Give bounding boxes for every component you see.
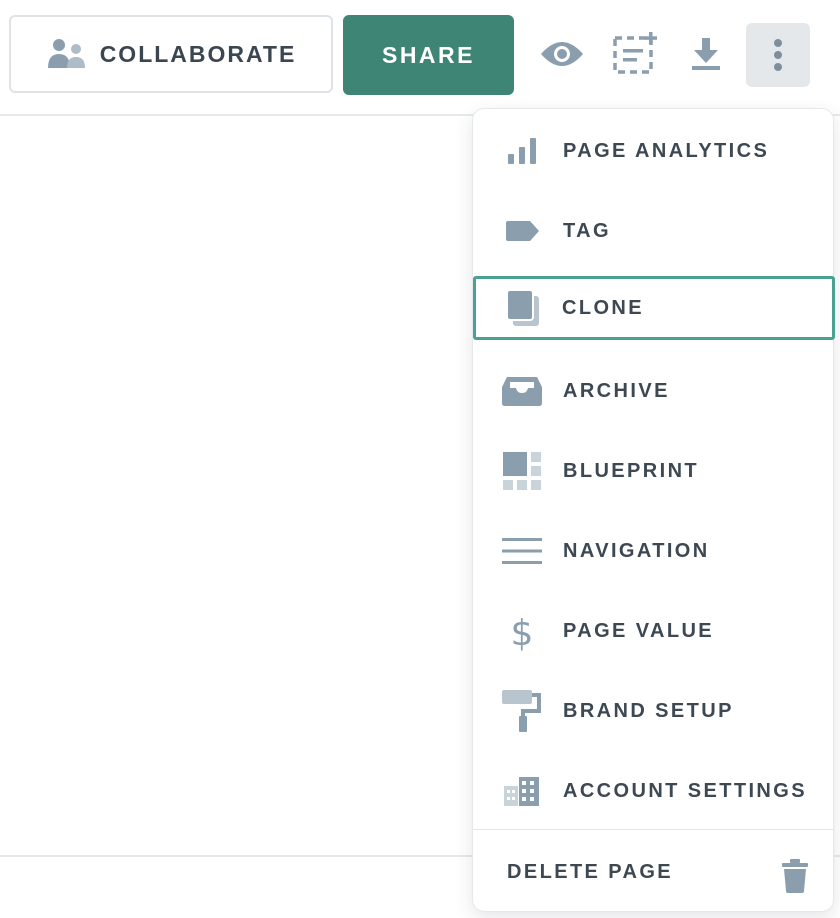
menu-item-page-value[interactable]: $ PAGE VALUE (474, 599, 834, 663)
more-options-button[interactable] (746, 23, 810, 87)
menu-item-brand-setup[interactable]: BRAND SETUP (474, 679, 834, 743)
add-section-button[interactable] (611, 26, 659, 82)
top-toolbar: COLLABORATE SHARE (0, 0, 840, 114)
delete-page-button[interactable]: DELETE PAGE (474, 839, 834, 905)
menu-item-label: ARCHIVE (563, 379, 670, 402)
paint-roller-icon (500, 689, 544, 733)
delete-page-label: DELETE PAGE (507, 860, 674, 883)
menu-item-label: CLONE (562, 296, 644, 319)
download-icon (692, 38, 720, 70)
menu-item-page-analytics[interactable]: PAGE ANALYTICS (474, 119, 834, 183)
blueprint-icon (500, 449, 544, 493)
menu-item-label: BRAND SETUP (563, 699, 734, 722)
menu-item-clone[interactable]: CLONE (473, 276, 835, 340)
trash-icon (782, 859, 808, 893)
menu-item-label: PAGE VALUE (563, 619, 715, 642)
menu-item-tag[interactable]: TAG (474, 199, 834, 263)
menu-item-label: PAGE ANALYTICS (563, 139, 770, 162)
menu-item-label: BLUEPRINT (563, 459, 700, 482)
tag-icon (500, 209, 544, 253)
download-button[interactable] (682, 26, 730, 82)
collaborate-label: COLLABORATE (99, 40, 297, 67)
page: COLLABORATE SHARE PAGE ANALYTICS TAG CLO… (0, 0, 840, 918)
menu-item-account-settings[interactable]: ACCOUNT SETTINGS (474, 759, 834, 823)
share-label: SHARE (381, 41, 475, 68)
menu-lines-icon (500, 529, 544, 573)
svg-text:$: $ (511, 613, 534, 651)
share-button[interactable]: SHARE (343, 15, 514, 95)
more-options-menu: PAGE ANALYTICS TAG CLONE ARCHIVE BLUEPRI… (472, 108, 835, 912)
menu-item-archive[interactable]: ARCHIVE (474, 359, 834, 423)
add-section-icon (613, 32, 657, 74)
building-icon (500, 769, 544, 813)
menu-item-blueprint[interactable]: BLUEPRINT (474, 439, 834, 503)
menu-item-label: ACCOUNT SETTINGS (563, 779, 807, 802)
more-vertical-icon (774, 39, 782, 71)
people-icon (47, 39, 85, 68)
menu-item-label: NAVIGATION (563, 539, 710, 562)
collaborate-button[interactable]: COLLABORATE (9, 15, 333, 93)
menu-item-label: TAG (563, 219, 611, 242)
preview-button[interactable] (538, 26, 586, 82)
menu-divider (473, 829, 833, 830)
eye-icon (541, 42, 583, 66)
dollar-icon: $ (500, 609, 544, 653)
menu-item-navigation[interactable]: NAVIGATION (474, 519, 834, 583)
bar-chart-icon (500, 129, 544, 173)
clone-icon (501, 286, 545, 330)
archive-icon (500, 369, 544, 413)
